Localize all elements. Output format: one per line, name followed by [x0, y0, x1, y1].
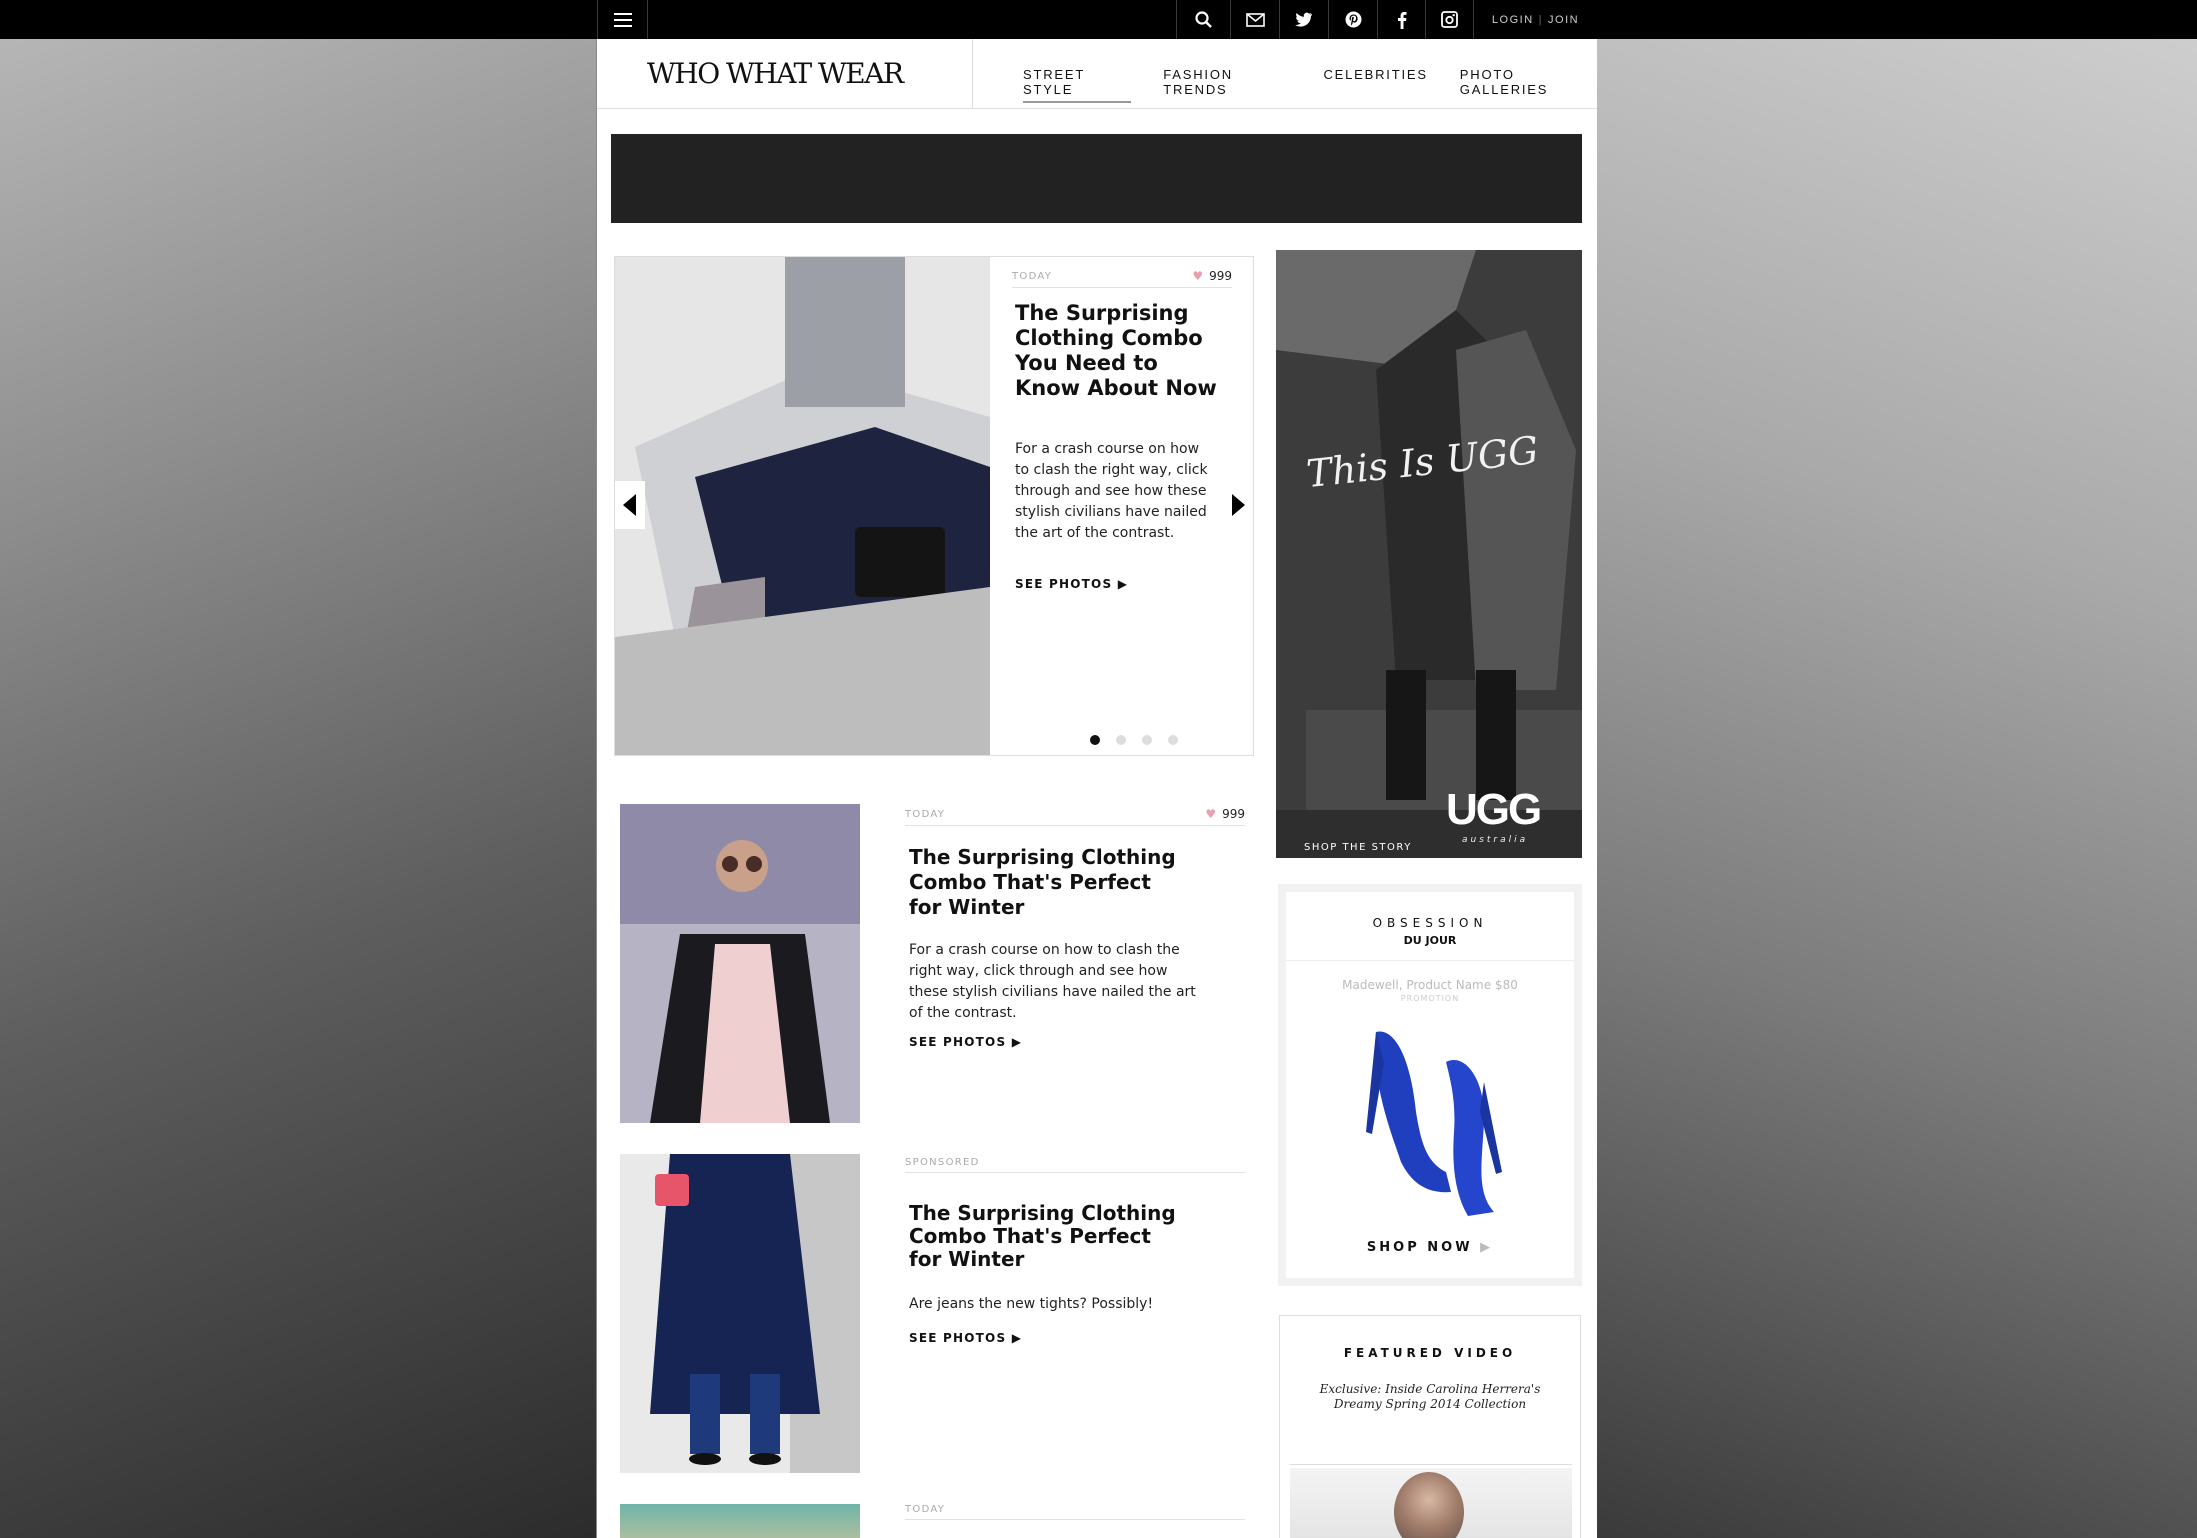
- featured-video-thumbnail[interactable]: [1290, 1468, 1572, 1538]
- instagram-button[interactable]: [1425, 0, 1473, 39]
- shop-now-label: SHOP NOW: [1366, 1240, 1473, 1255]
- shoe-product-image[interactable]: [1356, 1022, 1506, 1222]
- obsession-subtitle: DU JOUR: [1403, 934, 1457, 947]
- arrow-right-icon: [1232, 494, 1245, 516]
- article-body: Are jeans the new tights? Possibly!: [909, 1296, 1154, 1312]
- site-logo[interactable]: WHO WHAT WEAR: [647, 57, 904, 90]
- article-meta: TODAY ♥ 999: [905, 807, 1245, 826]
- mail-icon: [1245, 12, 1265, 27]
- main-page: WHO WHAT WEAR STREET STYLE FASHION TREND…: [597, 39, 1597, 1538]
- carousel-next-button[interactable]: [1223, 481, 1253, 529]
- main-nav: STREET STYLE FASHION TRENDS CELEBRITIES …: [1023, 67, 1597, 103]
- featured-video-widget: FEATURED VIDEO Exclusive: Inside Carolin…: [1279, 1315, 1581, 1538]
- hero-date: TODAY: [1012, 270, 1053, 282]
- divider: [1290, 1464, 1572, 1465]
- article-thumbnail[interactable]: [620, 1154, 860, 1473]
- article-body: For a crash course on how to clash the r…: [909, 942, 1196, 1021]
- hero-image[interactable]: [615, 257, 990, 755]
- play-arrow-icon: ▶: [1011, 1035, 1023, 1049]
- hero-cta-label: SEE PHOTOS: [1015, 577, 1113, 591]
- background-photo-right: [1597, 0, 2197, 1538]
- divider: [1286, 960, 1574, 961]
- facebook-button[interactable]: [1377, 0, 1425, 39]
- nav-photo-galleries[interactable]: PHOTO GALLERIES: [1460, 67, 1597, 103]
- background-photo-left: [0, 0, 596, 1538]
- twitter-button[interactable]: [1279, 0, 1328, 39]
- mail-button[interactable]: [1230, 0, 1279, 39]
- hero-photo-art: [615, 257, 990, 755]
- search-button[interactable]: [1176, 0, 1230, 39]
- play-arrow-icon: ▶: [1480, 1240, 1494, 1255]
- featured-video-description[interactable]: Exclusive: Inside Carolina Herrera's Dre…: [1310, 1382, 1550, 1412]
- ugg-photo-art: [1276, 250, 1582, 858]
- menu-button[interactable]: [597, 0, 648, 39]
- nav-celebrities[interactable]: CELEBRITIES: [1323, 67, 1427, 103]
- carousel-dots: [1090, 735, 1178, 745]
- carousel-dot[interactable]: [1090, 735, 1100, 745]
- arrow-left-icon: [623, 494, 636, 516]
- play-arrow-icon: ▶: [1117, 577, 1129, 591]
- heart-icon: ♥: [1205, 807, 1217, 821]
- header-divider: [972, 39, 973, 109]
- nav-street-style[interactable]: STREET STYLE: [1023, 67, 1132, 103]
- obsession-widget: OBSESSION DU JOUR Madewell, Product Name…: [1278, 884, 1582, 1286]
- article-label: SPONSORED: [905, 1157, 980, 1168]
- nav-fashion-trends[interactable]: FASHION TRENDS: [1163, 67, 1291, 103]
- hero-like-count: 999: [1209, 269, 1232, 283]
- hero-see-photos-link[interactable]: SEE PHOTOS ▶: [1015, 577, 1128, 591]
- hero-likes[interactable]: ♥ 999: [1192, 269, 1232, 283]
- obsession-product[interactable]: Madewell, Product Name $80: [1286, 978, 1574, 992]
- article-date: TODAY: [905, 1504, 946, 1515]
- obsession-promo-label: PROMOTION: [1400, 994, 1460, 1003]
- join-link[interactable]: JOIN: [1548, 14, 1579, 26]
- hero-body: For a crash course on how to clash the r…: [1015, 441, 1208, 541]
- shop-now-link[interactable]: SHOP NOW ▶: [1286, 1240, 1574, 1255]
- top-bar: LOGIN | JOIN: [0, 0, 2197, 39]
- twitter-icon: [1295, 12, 1313, 27]
- carousel-dot[interactable]: [1168, 735, 1178, 745]
- article-thumbnail[interactable]: [620, 804, 860, 1123]
- hero-meta: TODAY ♥ 999: [1012, 269, 1232, 288]
- ad-banner[interactable]: [611, 134, 1582, 223]
- obsession-title: OBSESSION: [1372, 916, 1488, 930]
- article-like-count: 999: [1222, 807, 1245, 821]
- pinterest-button[interactable]: [1328, 0, 1377, 39]
- pinterest-icon: [1345, 11, 1361, 28]
- carousel-dot[interactable]: [1142, 735, 1152, 745]
- article-cta-label: SEE PHOTOS: [909, 1331, 1007, 1345]
- article-thumbnail[interactable]: [620, 1504, 860, 1538]
- search-icon: [1195, 11, 1212, 28]
- instagram-icon: [1441, 11, 1458, 28]
- carousel-dot[interactable]: [1116, 735, 1126, 745]
- article-cta-label: SEE PHOTOS: [909, 1035, 1007, 1049]
- video-person-image: [1394, 1472, 1464, 1538]
- article-meta: SPONSORED: [905, 1157, 1245, 1173]
- hero-carousel: TODAY ♥ 999 The Surprising Clothing Combo…: [614, 256, 1254, 756]
- menu-icon: [613, 12, 632, 27]
- site-header: WHO WHAT WEAR STREET STYLE FASHION TREND…: [597, 39, 1597, 109]
- article-see-photos-link[interactable]: SEE PHOTOS ▶: [909, 1331, 1022, 1345]
- login-link[interactable]: LOGIN: [1492, 14, 1534, 26]
- facebook-icon: [1397, 11, 1406, 29]
- hero-title[interactable]: The Surprising Clothing Combo You Need t…: [1015, 301, 1230, 401]
- article-likes[interactable]: ♥ 999: [1205, 807, 1245, 821]
- login-separator: |: [1538, 13, 1544, 26]
- ugg-logo: UGG: [1446, 785, 1542, 834]
- article-date: TODAY: [905, 808, 946, 820]
- carousel-prev-button[interactable]: [615, 481, 645, 529]
- featured-video-title: FEATURED VIDEO: [1343, 1346, 1517, 1360]
- article-photo-art: [620, 804, 860, 1123]
- article-title[interactable]: The Surprising Clothing Combo That's Per…: [909, 1202, 1189, 1271]
- ugg-shop-link[interactable]: SHOP THE STORY: [1304, 842, 1412, 853]
- heart-icon: ♥: [1192, 269, 1204, 283]
- ugg-advertisement[interactable]: This Is UGG UGG australia SHOP THE STORY: [1276, 250, 1582, 858]
- article-title[interactable]: The Surprising Clothing Combo That's Per…: [909, 845, 1189, 920]
- article-meta: TODAY: [905, 1504, 1245, 1520]
- ugg-logo-sub: australia: [1462, 835, 1529, 845]
- login-join: LOGIN | JOIN: [1473, 0, 1597, 39]
- play-arrow-icon: ▶: [1011, 1331, 1023, 1345]
- article-see-photos-link[interactable]: SEE PHOTOS ▶: [909, 1035, 1022, 1049]
- article-photo-art: [620, 1154, 860, 1473]
